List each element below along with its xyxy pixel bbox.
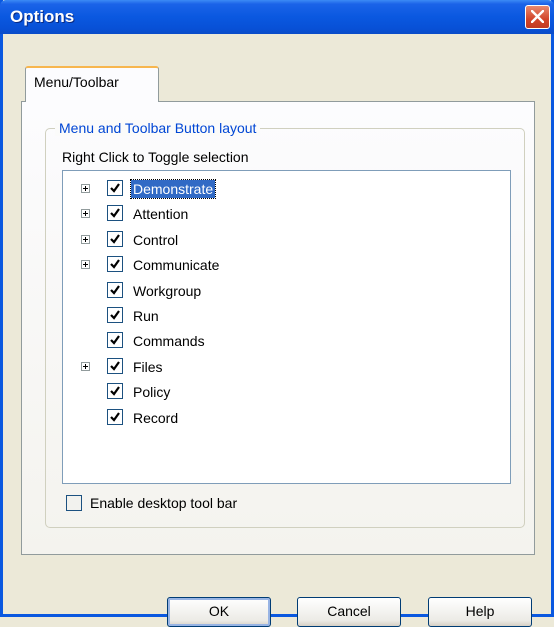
check-icon bbox=[110, 361, 120, 371]
tree-item-label[interactable]: Communicate bbox=[131, 256, 221, 274]
check-icon bbox=[110, 259, 120, 269]
tree-item-label[interactable]: Control bbox=[131, 231, 180, 249]
check-icon bbox=[110, 335, 120, 346]
check-icon bbox=[110, 386, 120, 396]
close-button[interactable] bbox=[525, 5, 550, 29]
tree-item-checkbox[interactable] bbox=[107, 408, 123, 425]
check-icon bbox=[110, 208, 120, 219]
tree-item-label[interactable]: Commands bbox=[131, 332, 207, 350]
check-icon bbox=[110, 183, 120, 193]
check-icon bbox=[110, 411, 120, 422]
enable-desktop-toolbar-checkbox[interactable] bbox=[66, 495, 82, 511]
tree-item-label[interactable]: Run bbox=[131, 307, 161, 325]
tree-item[interactable]: Attention bbox=[63, 202, 503, 226]
tree-item-checkbox[interactable] bbox=[107, 230, 123, 247]
tree-item[interactable]: Communicate bbox=[63, 253, 503, 277]
tree-item[interactable]: Run bbox=[63, 304, 503, 328]
check-icon bbox=[110, 234, 120, 244]
tree-item-label[interactable]: Record bbox=[131, 409, 180, 427]
tree-item-label[interactable]: Attention bbox=[131, 205, 190, 223]
enable-desktop-toolbar-label[interactable]: Enable desktop tool bar bbox=[90, 495, 237, 511]
group-label: Menu and Toolbar Button layout bbox=[55, 120, 261, 136]
tab-label: Menu/Toolbar bbox=[34, 74, 119, 90]
help-button[interactable]: Help bbox=[428, 597, 532, 627]
expand-plus-icon[interactable] bbox=[81, 361, 90, 371]
tree-item[interactable]: Policy bbox=[63, 380, 503, 404]
tree-item[interactable]: Demonstrate bbox=[63, 177, 503, 201]
tree-item-checkbox[interactable] bbox=[107, 383, 123, 400]
layout-tree[interactable]: Demonstrate Attention Control Communicate Wo… bbox=[62, 170, 511, 484]
check-icon bbox=[110, 310, 120, 320]
window-title: Options bbox=[10, 7, 75, 26]
tree-item-checkbox[interactable] bbox=[107, 281, 123, 298]
cancel-button[interactable]: Cancel bbox=[297, 597, 401, 627]
tree-item[interactable]: Workgroup bbox=[63, 279, 503, 303]
tree-item-checkbox[interactable] bbox=[107, 180, 123, 196]
check-icon bbox=[110, 284, 120, 295]
expand-plus-icon[interactable] bbox=[81, 234, 90, 244]
tree-item[interactable]: Files bbox=[63, 355, 503, 379]
expand-plus-icon[interactable] bbox=[81, 209, 90, 219]
tree-item-checkbox[interactable] bbox=[107, 307, 123, 323]
tree-item-checkbox[interactable] bbox=[107, 357, 123, 374]
expand-plus-icon[interactable] bbox=[81, 184, 90, 193]
tree-item-label[interactable]: Demonstrate bbox=[129, 179, 217, 199]
expand-plus-icon[interactable] bbox=[81, 260, 90, 270]
tree-item[interactable]: Control bbox=[63, 228, 503, 252]
tree-item-checkbox[interactable] bbox=[107, 205, 123, 222]
tree-item-label[interactable]: Workgroup bbox=[131, 282, 203, 300]
tree-item[interactable]: Record bbox=[63, 406, 503, 430]
tree-item-label[interactable]: Policy bbox=[131, 383, 172, 401]
ok-button[interactable]: OK bbox=[167, 597, 271, 627]
close-icon bbox=[531, 10, 544, 23]
tree-item[interactable]: Commands bbox=[63, 329, 503, 353]
tree-item-checkbox[interactable] bbox=[107, 332, 123, 349]
toggle-hint: Right Click to Toggle selection bbox=[62, 149, 249, 165]
title-bar[interactable]: Options bbox=[0, 0, 554, 34]
tab-menu-toolbar[interactable]: Menu/Toolbar bbox=[25, 66, 159, 102]
tree-item-label[interactable]: Files bbox=[131, 358, 165, 376]
tree-item-checkbox[interactable] bbox=[107, 256, 123, 273]
